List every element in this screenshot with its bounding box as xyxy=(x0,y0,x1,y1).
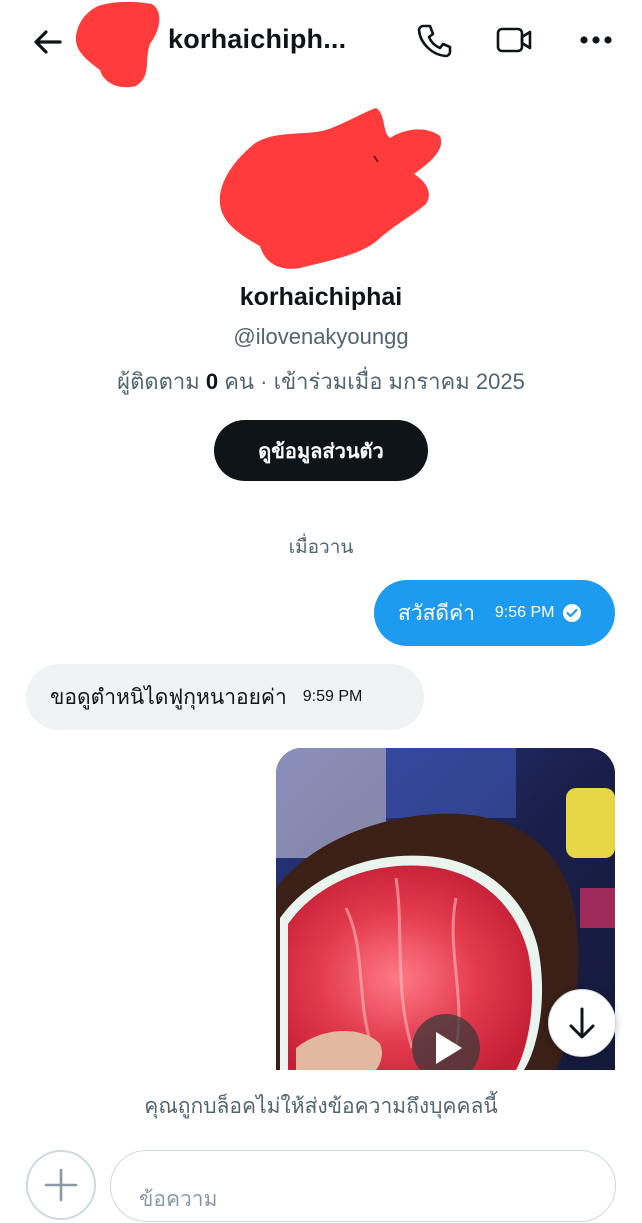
call-button[interactable] xyxy=(414,20,454,60)
conversation-header: korhaichiph... xyxy=(0,0,642,88)
profile-handle: @ilovenakyoungg xyxy=(233,324,409,349)
video-call-button[interactable] xyxy=(494,20,534,60)
joined-date: เข้าร่วมเมื่อ มกราคม 2025 xyxy=(273,369,525,394)
arrow-down-icon xyxy=(569,1007,595,1039)
message-bubble-outgoing[interactable]: สวัสดีค่า 9:56 PM xyxy=(374,580,615,646)
redacted-profile-avatar xyxy=(219,108,442,269)
followers-unit: คน xyxy=(224,369,255,394)
avatar[interactable] xyxy=(70,0,162,88)
message-time: 9:59 PM xyxy=(302,688,363,705)
plus-icon xyxy=(44,1168,78,1202)
date-separator: เมื่อวาน xyxy=(288,537,354,558)
profile-name: korhaichiphai xyxy=(239,283,403,311)
message-text: สวัสดีค่า xyxy=(398,601,475,625)
add-attachment-button[interactable] xyxy=(26,1150,96,1220)
message-time: 9:56 PM xyxy=(494,604,555,621)
profile-meta: ผู้ติดตาม 0 คน · เข้าร่วมเมื่อ มกราคม 20… xyxy=(0,364,642,399)
followers-count: 0 xyxy=(205,369,219,394)
more-button[interactable] xyxy=(576,20,616,60)
meta-separator: · xyxy=(260,369,268,394)
view-profile-button[interactable]: ดูข้อมูลส่วนตัว xyxy=(214,420,428,481)
message-text: ขอดูตำหนิไดฟูกุหนาอยค่า xyxy=(50,685,287,709)
message-bubble-incoming[interactable]: ขอดูตำหนิไดฟูกุหนาอยค่า 9:59 PM xyxy=(26,664,424,730)
scroll-to-bottom-button[interactable] xyxy=(548,989,616,1057)
video-camera-icon xyxy=(496,27,532,53)
blocked-notice: คุณถูกบล็อคไม่ให้ส่งข้อความถึงบุคคลนี้ xyxy=(144,1095,498,1118)
phone-icon xyxy=(417,24,452,58)
arrow-left-icon xyxy=(34,30,62,54)
profile-avatar[interactable] xyxy=(214,100,450,282)
read-receipt-icon xyxy=(562,604,581,622)
header-title[interactable]: korhaichiph... xyxy=(168,24,346,55)
more-horizontal-icon xyxy=(580,36,612,44)
message-input[interactable] xyxy=(110,1150,616,1222)
redacted-avatar xyxy=(75,1,160,88)
followers-label: ผู้ติดตาม xyxy=(117,369,200,394)
back-button[interactable] xyxy=(28,22,68,62)
